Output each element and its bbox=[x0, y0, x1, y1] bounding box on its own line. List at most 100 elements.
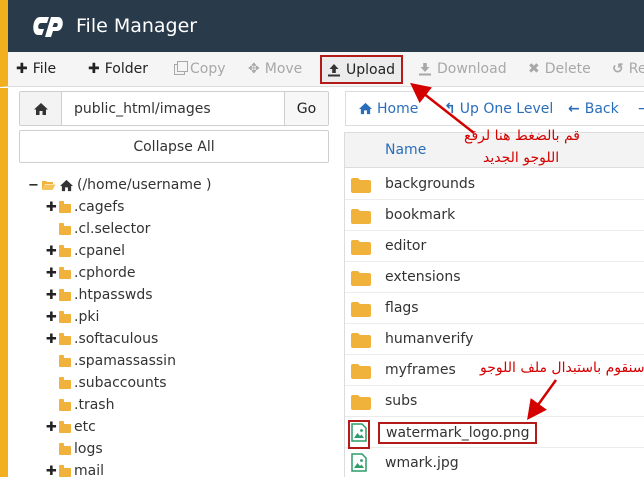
home-icon bbox=[60, 179, 73, 191]
expand-icon[interactable]: ✚ bbox=[46, 266, 57, 281]
file-row[interactable]: subs bbox=[345, 386, 644, 417]
move-label: Move bbox=[264, 61, 303, 77]
folder-icon bbox=[59, 442, 71, 455]
image-file-icon bbox=[351, 453, 367, 476]
back-button[interactable]: ← Back bbox=[568, 92, 619, 125]
tree-item[interactable]: ✚ .htpasswds bbox=[46, 284, 153, 306]
expand-icon[interactable]: ✚ bbox=[46, 310, 57, 325]
tree-item[interactable]: ✚ mail bbox=[46, 460, 104, 477]
path-input[interactable] bbox=[62, 92, 284, 125]
tree-item[interactable]: logs bbox=[46, 438, 103, 460]
tree-item-label: .cpanel bbox=[74, 243, 125, 259]
home-icon bbox=[33, 102, 48, 115]
new-folder-button[interactable]: ✚ Folder bbox=[88, 52, 148, 86]
collapse-all-button[interactable]: Collapse All bbox=[19, 130, 329, 163]
download-label: Download bbox=[437, 61, 507, 77]
cpanel-logo-icon bbox=[33, 17, 63, 37]
tree-item-label: .htpasswds bbox=[74, 287, 153, 303]
folder-icon bbox=[351, 271, 371, 290]
download-icon bbox=[419, 63, 431, 76]
folder-icon bbox=[59, 420, 71, 433]
name-column-header[interactable]: Name bbox=[385, 142, 426, 158]
tree-item[interactable]: .trash bbox=[46, 394, 114, 416]
file-row[interactable]: watermark_logo.png bbox=[345, 417, 644, 449]
file-row[interactable]: bookmark bbox=[345, 200, 644, 231]
expand-icon[interactable]: ✚ bbox=[46, 420, 57, 435]
up-one-level-label: Up One Level bbox=[459, 100, 554, 117]
copy-icon bbox=[174, 60, 188, 75]
toolbar: ✚ File ✚ Folder Copy ✥ Move Upload Downl… bbox=[0, 52, 644, 87]
file-row[interactable]: backgrounds bbox=[345, 169, 644, 200]
delete-button[interactable]: ✖ Delete bbox=[528, 52, 591, 86]
file-name: myframes bbox=[385, 362, 456, 378]
folder-icon bbox=[351, 209, 371, 228]
folder-icon bbox=[59, 376, 71, 389]
expand-icon[interactable]: ✚ bbox=[46, 244, 57, 259]
folder-icon bbox=[59, 266, 71, 279]
folder-icon bbox=[351, 178, 371, 197]
forward-button[interactable]: → bbox=[638, 92, 644, 125]
upload-annotation-line1: قم بالضغط هنا لرفع bbox=[464, 128, 580, 144]
move-button[interactable]: ✥ Move bbox=[248, 52, 302, 86]
file-name: editor bbox=[385, 238, 427, 254]
up-one-level-button[interactable]: ↰ Up One Level bbox=[444, 92, 553, 125]
expand-icon[interactable]: ✚ bbox=[46, 464, 57, 477]
move-arrows-icon: ✥ bbox=[248, 61, 260, 77]
folder-icon bbox=[59, 310, 71, 323]
open-folder-icon bbox=[42, 181, 56, 190]
tree-item-label: .softaculous bbox=[74, 331, 159, 347]
tree-item[interactable]: ✚ .softaculous bbox=[46, 328, 158, 350]
tree-item-label: etc bbox=[74, 419, 96, 435]
path-home-button[interactable] bbox=[20, 92, 62, 125]
level-up-icon: ↰ bbox=[444, 100, 456, 117]
tree-item[interactable]: .subaccounts bbox=[46, 372, 167, 394]
tree-item[interactable]: ✚ .pki bbox=[46, 306, 99, 328]
tree-item[interactable]: ✚ .cpanel bbox=[46, 240, 125, 262]
file-row[interactable]: flags bbox=[345, 293, 644, 324]
folder-icon bbox=[59, 332, 71, 345]
file-row[interactable]: humanverify bbox=[345, 324, 644, 355]
copy-button[interactable]: Copy bbox=[174, 52, 226, 86]
restore-button[interactable]: ↺ Re bbox=[612, 52, 644, 86]
plus-icon: ✚ bbox=[16, 61, 28, 77]
folder-icon bbox=[59, 464, 71, 477]
tree-item[interactable]: ✚ etc bbox=[46, 416, 96, 438]
upload-annotation-line2: اللوجو الجديد bbox=[483, 150, 560, 166]
tree-root-label: (/home/username ) bbox=[77, 177, 212, 193]
folder-icon bbox=[59, 398, 71, 411]
file-name: wmark.jpg bbox=[385, 455, 459, 471]
expand-icon[interactable]: ✚ bbox=[46, 332, 57, 347]
app-title: File Manager bbox=[76, 15, 198, 37]
tree-item-label: .spamassassin bbox=[74, 353, 176, 369]
file-row[interactable]: editor bbox=[345, 231, 644, 262]
tree-item-label: .trash bbox=[74, 397, 115, 413]
tree-item[interactable]: ✚ .cagefs bbox=[46, 196, 124, 218]
nav-home-button[interactable]: Home bbox=[358, 92, 418, 125]
download-button[interactable]: Download bbox=[418, 52, 507, 86]
tree-item-label: .cphorde bbox=[74, 265, 136, 281]
tree-item-label: .subaccounts bbox=[74, 375, 167, 391]
file-table: Name backgrounds bookmark editor extensions… bbox=[344, 132, 644, 477]
file-row[interactable]: extensions bbox=[345, 262, 644, 293]
upload-label: Upload bbox=[346, 61, 396, 78]
image-file-icon bbox=[348, 420, 370, 449]
folder-icon bbox=[351, 302, 371, 321]
go-button[interactable]: Go bbox=[284, 92, 328, 125]
tree-item[interactable]: .spamassassin bbox=[46, 350, 176, 372]
new-file-button[interactable]: ✚ File bbox=[16, 52, 56, 86]
collapse-toggle[interactable]: − bbox=[28, 178, 39, 193]
tree-root[interactable]: − (/home/username ) bbox=[28, 174, 212, 196]
folder-icon bbox=[59, 354, 71, 367]
file-row[interactable]: wmark.jpg bbox=[345, 448, 644, 477]
upload-button[interactable]: Upload bbox=[320, 55, 404, 84]
app-header: File Manager bbox=[0, 0, 644, 52]
expand-icon[interactable]: ✚ bbox=[46, 288, 57, 303]
tree-item-label: mail bbox=[74, 463, 104, 477]
path-bar: Go bbox=[19, 91, 329, 126]
file-name: subs bbox=[385, 393, 418, 409]
tree-item-label: .cagefs bbox=[74, 199, 125, 215]
expand-icon[interactable]: ✚ bbox=[46, 200, 57, 215]
replace-annotation: سنقوم باستبدال ملف اللوجو bbox=[480, 360, 644, 376]
tree-item[interactable]: .cl.selector bbox=[46, 218, 150, 240]
tree-item[interactable]: ✚ .cphorde bbox=[46, 262, 135, 284]
